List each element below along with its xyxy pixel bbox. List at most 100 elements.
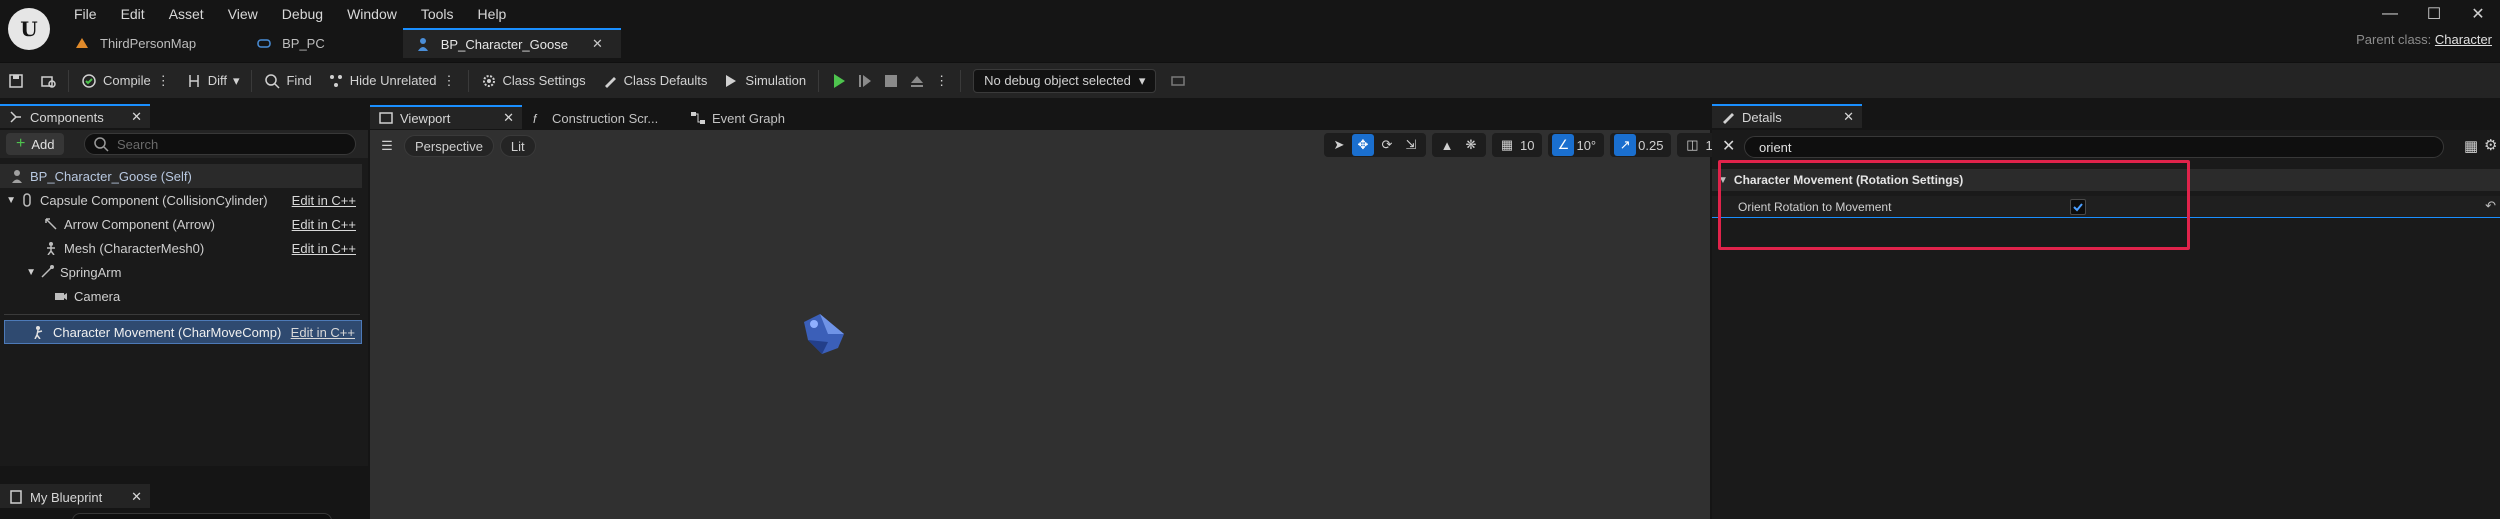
class-settings-label: Class Settings (502, 73, 586, 88)
compile-button[interactable]: Compile ⋮ (73, 63, 178, 99)
tab-label: Construction Scr... (552, 110, 659, 126)
more-options-icon[interactable]: ⋮ (157, 73, 170, 89)
gear-icon (482, 74, 495, 87)
class-defaults-button[interactable]: Class Defaults (594, 63, 716, 99)
scale-snap-value: 0.25 (1638, 137, 1664, 153)
expand-arrow-icon[interactable]: ▼ (0, 195, 20, 206)
simulation-button[interactable]: Simulation (715, 63, 814, 99)
save-button[interactable] (0, 63, 32, 99)
rotate-icon[interactable]: ⟳ (1376, 134, 1398, 156)
hamburger-menu-icon[interactable]: ☰ (376, 135, 398, 157)
details-search-value: orient (1759, 139, 1792, 155)
scale-icon[interactable]: ⇲ (1400, 134, 1422, 156)
menu-debug[interactable]: Debug (270, 0, 335, 28)
menu-view[interactable]: View (216, 0, 270, 28)
tree-item-capsule[interactable]: ▼ Capsule Component (CollisionCylinder) … (0, 188, 362, 212)
tree-item-label: Mesh (CharacterMesh0) (64, 240, 205, 256)
toolbar-divider (818, 69, 820, 92)
menu-asset[interactable]: Asset (157, 0, 216, 28)
class-settings-button[interactable]: Class Settings (473, 63, 594, 99)
browse-button[interactable] (32, 63, 64, 99)
debug-object-select[interactable]: No debug object selected ▾ (973, 68, 1157, 93)
parent-class-link[interactable]: Character (2435, 32, 2492, 47)
tree-item-mesh[interactable]: Mesh (CharacterMesh0) Edit in C++ (0, 236, 362, 260)
translate-icon[interactable]: ✥ (1352, 134, 1374, 156)
find-button[interactable]: Find (256, 63, 319, 99)
close-window-icon[interactable]: ✕ (2456, 0, 2500, 28)
add-label: Add (31, 136, 55, 152)
more-options-icon[interactable]: ⋮ (443, 73, 456, 89)
class-defaults-label: Class Defaults (623, 73, 708, 88)
tree-item-arrow[interactable]: Arrow Component (Arrow) Edit in C++ (0, 212, 362, 236)
hide-unrelated-button[interactable]: Hide Unrelated ⋮ (320, 63, 464, 99)
tab-details[interactable]: Details ✕ (1712, 104, 1862, 128)
tab-construction-script[interactable]: f Construction Scr... (522, 105, 682, 129)
diff-button[interactable]: Diff ▾ (178, 63, 248, 99)
grid-icon: ▦ (1500, 137, 1514, 152)
edit-in-cpp-link[interactable]: Edit in C++ (292, 193, 356, 208)
table-view-icon[interactable]: ▦ (2464, 137, 2478, 155)
close-tab-icon[interactable]: ✕ (503, 110, 514, 126)
close-tab-icon[interactable]: ✕ (1843, 109, 1854, 125)
menu-window[interactable]: Window (335, 0, 409, 28)
character-icon (12, 170, 22, 183)
minimize-icon[interactable]: — (2368, 0, 2412, 28)
settings-gear-icon[interactable]: ⚙ (2484, 136, 2497, 154)
grid-snap-group[interactable]: ▦ 10 (1492, 133, 1543, 157)
diff-label: Diff (207, 73, 227, 88)
close-tab-icon[interactable]: ✕ (131, 489, 142, 505)
unreal-logo-icon[interactable]: U (8, 8, 50, 50)
rotation-snap-group[interactable]: ∠ 10° (1548, 133, 1605, 157)
tab-label: Viewport (400, 110, 451, 126)
viewport[interactable]: ☰ Perspective Lit ➤ ✥ ⟳ ⇲ ▲ ❋ ▦ 10 ∠ 10°… (370, 130, 1721, 519)
tree-item-character-movement[interactable]: Character Movement (CharMoveComp) Edit i… (4, 320, 362, 344)
expand-arrow-icon[interactable]: ▼ (0, 267, 40, 278)
menu-help[interactable]: Help (466, 0, 519, 28)
maximize-icon[interactable]: ☐ (2412, 0, 2456, 28)
menu-file[interactable]: File (62, 0, 109, 28)
my-blueprint-search-input[interactable] (72, 513, 332, 519)
eject-icon[interactable] (909, 73, 925, 89)
debug-object-wrap: No debug object selected ▾ (965, 63, 1194, 99)
world-local-icon[interactable]: ▲ (1436, 134, 1458, 156)
surface-snap-icon[interactable]: ❋ (1460, 134, 1482, 156)
add-component-button[interactable]: + Add (6, 133, 65, 155)
tab-label: BP_Character_Goose (440, 36, 568, 52)
details-search-input[interactable]: orient (1744, 136, 2444, 158)
tree-item-camera[interactable]: Camera (0, 284, 362, 308)
tab-event-graph[interactable]: Event Graph (682, 105, 832, 129)
tab-bp-character-goose[interactable]: BP_Character_Goose ✕ (402, 28, 621, 58)
components-search-input[interactable]: Search (84, 133, 356, 155)
parent-class-label: Parent class: (2356, 32, 2432, 47)
reset-to-default-icon[interactable]: ↶ (2485, 198, 2496, 214)
debug-filter-icon[interactable] (1170, 73, 1186, 89)
close-tab-icon[interactable]: ✕ (592, 36, 603, 52)
pencil-icon (604, 76, 616, 88)
edit-in-cpp-link[interactable]: Edit in C++ (292, 241, 356, 256)
menu-tools[interactable]: Tools (409, 0, 466, 28)
arrow-component-icon (45, 218, 57, 230)
tree-item-self[interactable]: BP_Character_Goose (Self) (0, 164, 362, 188)
tab-components[interactable]: Components ✕ (0, 104, 150, 128)
tab-my-blueprint[interactable]: My Blueprint ✕ (0, 484, 150, 508)
tab-viewport[interactable]: Viewport ✕ (370, 105, 522, 129)
perspective-button[interactable]: Perspective (404, 135, 494, 157)
more-options-icon[interactable]: ⋮ (935, 73, 948, 89)
select-cursor-icon[interactable]: ➤ (1328, 134, 1350, 156)
stop-icon[interactable] (883, 73, 899, 89)
scale-snap-group[interactable]: ↗ 0.25 (1610, 133, 1672, 157)
menu-edit[interactable]: Edit (109, 0, 157, 28)
coordinate-tools: ▲ ❋ (1432, 133, 1486, 157)
simulation-label: Simulation (745, 73, 807, 88)
tab-bp-pc[interactable]: BP_PC (244, 28, 343, 58)
tab-thirdpersonmap[interactable]: ThirdPersonMap (62, 28, 214, 58)
clear-search-icon[interactable]: ✕ (1722, 136, 1735, 156)
tree-item-springarm[interactable]: ▼ SpringArm (0, 260, 362, 284)
step-icon[interactable] (857, 73, 873, 89)
play-icon[interactable] (831, 73, 847, 89)
tab-label: Details (1742, 109, 1782, 125)
edit-in-cpp-link[interactable]: Edit in C++ (291, 325, 355, 340)
lit-button[interactable]: Lit (499, 135, 536, 157)
edit-in-cpp-link[interactable]: Edit in C++ (292, 217, 356, 232)
close-tab-icon[interactable]: ✕ (131, 109, 142, 125)
